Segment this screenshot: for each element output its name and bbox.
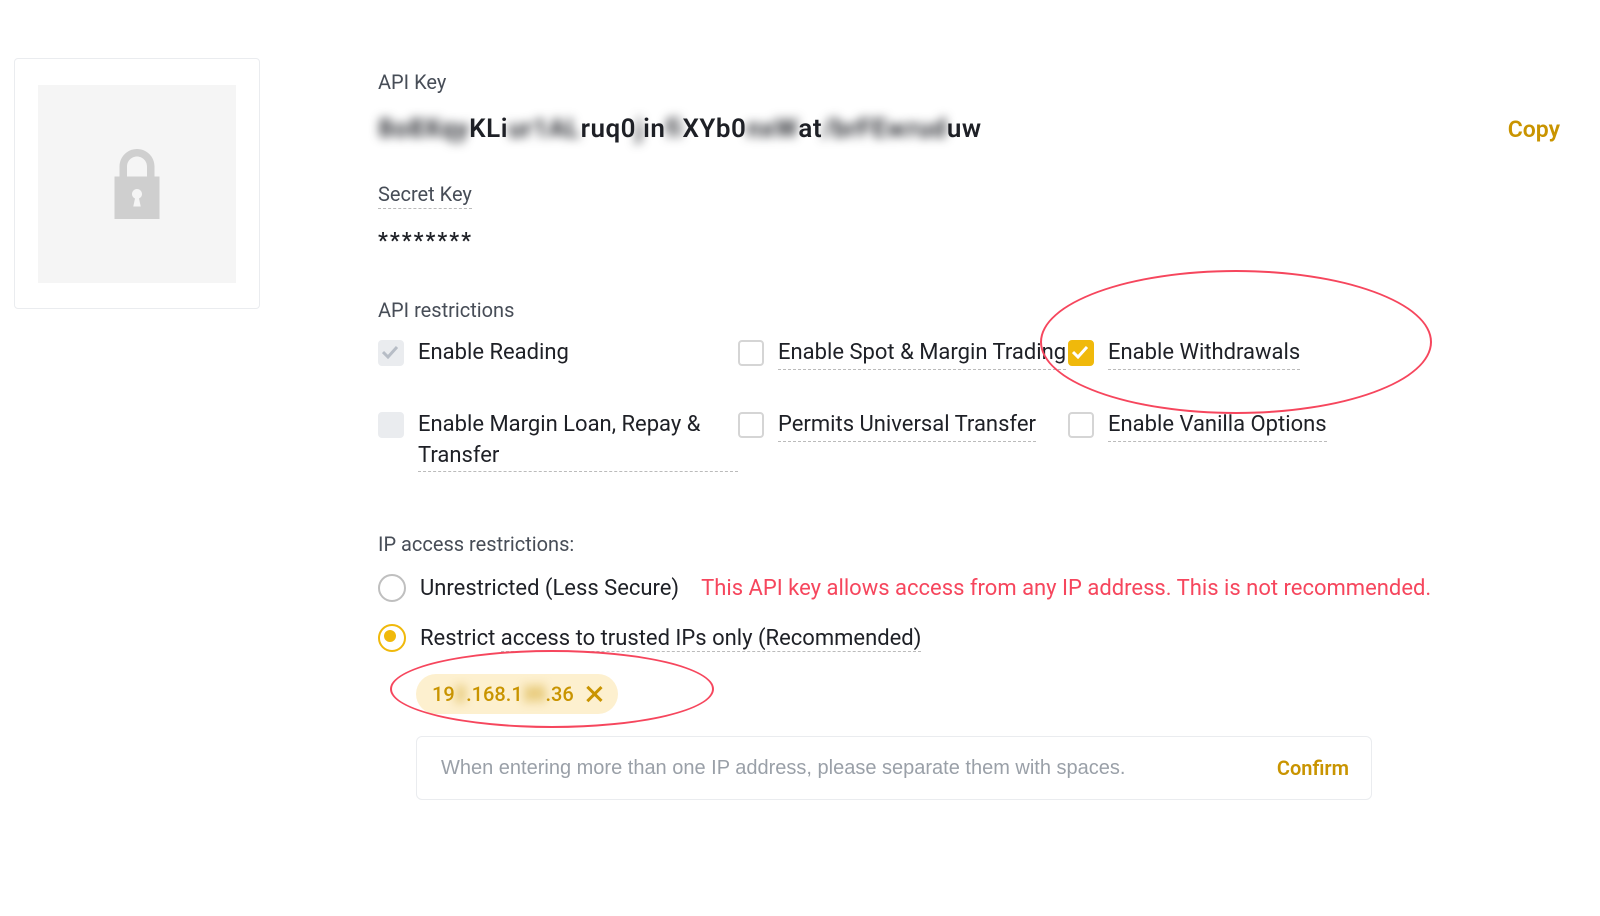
ip-input-row: Confirm <box>416 736 1372 800</box>
api-key-label: API Key <box>378 70 1560 94</box>
checkbox-label: Enable Vanilla Options <box>1108 410 1327 442</box>
radio-unrestricted[interactable]: Unrestricted (Less Secure) This API key … <box>378 574 1560 602</box>
checkbox-label: Enable Withdrawals <box>1108 338 1300 370</box>
checkbox-icon <box>1068 412 1094 438</box>
checkbox-enable-spot[interactable]: Enable Spot & Margin Trading <box>738 338 1068 370</box>
secret-key-value: ******** <box>378 229 1560 254</box>
lock-icon <box>107 149 167 219</box>
checkbox-universal-transfer[interactable]: Permits Universal Transfer <box>738 410 1068 473</box>
api-key-card <box>14 58 260 309</box>
radio-restrict-trusted[interactable]: Restrict access to trusted IPs only (Rec… <box>378 624 1560 652</box>
radio-icon <box>378 624 406 652</box>
ip-warning-text: This API key allows access from any IP a… <box>701 576 1431 601</box>
checkbox-icon <box>1068 340 1094 366</box>
checkbox-icon <box>738 340 764 366</box>
api-restrictions-label: API restrictions <box>378 298 1560 322</box>
checkbox-icon <box>378 340 404 366</box>
radio-label: Restrict access to trusted IPs only (Rec… <box>420 626 921 651</box>
checkbox-enable-margin-loan: Enable Margin Loan, Repay & Transfer <box>378 410 738 473</box>
checkbox-icon <box>378 412 404 438</box>
checkbox-label: Enable Margin Loan, Repay & Transfer <box>418 410 738 473</box>
ip-address-input[interactable] <box>439 756 1257 781</box>
copy-api-key-link[interactable]: Copy <box>1508 116 1560 143</box>
checkbox-label: Enable Reading <box>418 338 569 369</box>
checkbox-label: Enable Spot & Margin Trading <box>778 338 1066 370</box>
checkbox-vanilla-options[interactable]: Enable Vanilla Options <box>1068 410 1398 473</box>
trusted-ip-chip: 192.168.135.36 <box>416 674 618 714</box>
remove-ip-icon[interactable] <box>586 686 602 702</box>
checkbox-label: Permits Universal Transfer <box>778 410 1036 442</box>
checkbox-enable-reading: Enable Reading <box>378 338 738 370</box>
ip-restrictions-label: IP access restrictions: <box>378 532 1560 556</box>
radio-icon <box>378 574 406 602</box>
trusted-ip-value: 192.168.135.36 <box>432 682 574 706</box>
api-key-value: 8o8XqyKLiur1ALruq0jinfiXYb0nxWat/brFEwru… <box>378 114 1478 144</box>
confirm-ip-button[interactable]: Confirm <box>1277 756 1349 780</box>
checkbox-icon <box>738 412 764 438</box>
radio-label: Unrestricted (Less Secure) <box>420 576 679 601</box>
checkbox-enable-withdrawals[interactable]: Enable Withdrawals <box>1068 338 1398 370</box>
secret-key-label: Secret Key <box>378 182 472 209</box>
lock-thumbnail <box>38 85 236 283</box>
